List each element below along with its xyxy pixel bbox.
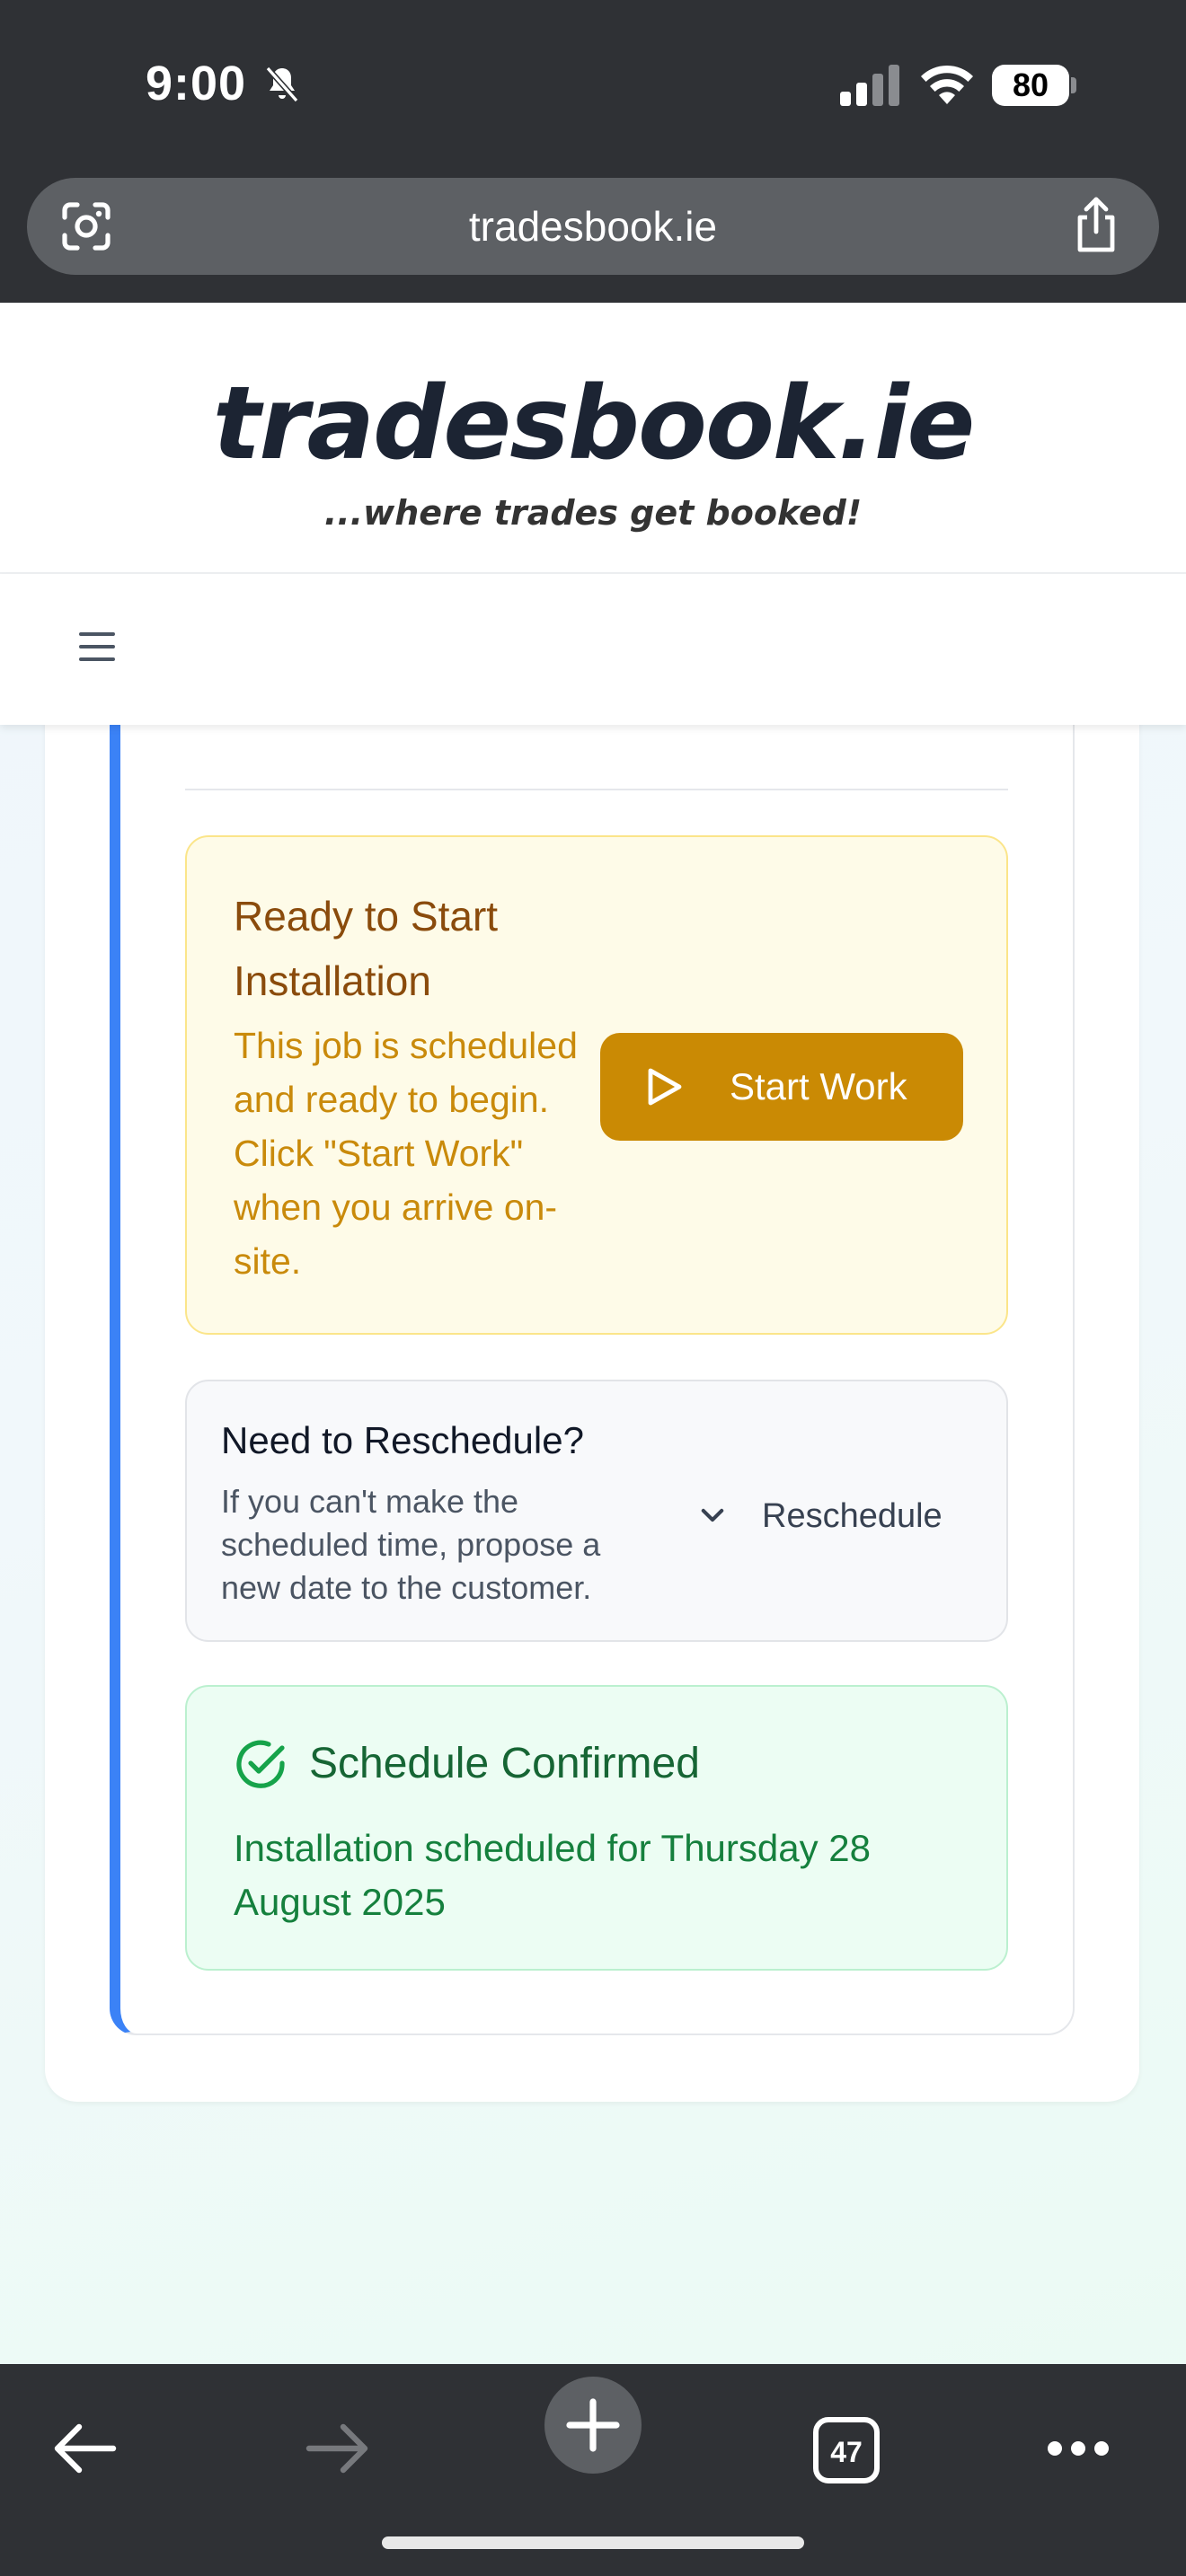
more-options-icon[interactable]	[1046, 2438, 1111, 2459]
forward-arrow-icon[interactable]	[305, 2422, 370, 2475]
reschedule-panel: Need to Reschedule? If you can't make th…	[185, 1380, 1008, 1642]
site-navbar	[0, 574, 1186, 725]
section-divider	[185, 789, 1008, 790]
ready-description: This job is scheduled and ready to begin…	[234, 1025, 578, 1282]
site-header: tradesbook.ie ...where trades get booked…	[0, 303, 1186, 574]
new-tab-plus-icon[interactable]	[544, 2377, 642, 2474]
reschedule-description: If you can't make the scheduled time, pr…	[221, 1483, 601, 1606]
ready-to-start-panel: Ready to Start Installation This job is …	[185, 835, 1008, 1335]
reschedule-toggle-button[interactable]: Reschedule	[679, 1480, 985, 1552]
play-icon	[648, 1068, 682, 1106]
status-time: 9:00	[146, 57, 247, 110]
cell-signal-icon	[840, 65, 899, 106]
tab-switcher-icon[interactable]: 47	[812, 2416, 881, 2484]
address-bar[interactable]: tradesbook.ie	[27, 178, 1159, 275]
share-icon[interactable]	[1069, 196, 1123, 255]
check-circle-icon	[236, 1740, 285, 1788]
home-indicator	[382, 2536, 804, 2549]
back-arrow-icon[interactable]	[52, 2422, 117, 2475]
start-work-label: Start Work	[730, 1065, 907, 1107]
site-logo[interactable]: tradesbook.ie	[0, 366, 1186, 482]
confirmed-description: Installation scheduled for Thursday 28 A…	[234, 1827, 871, 1923]
confirmed-title: Schedule Confirmed	[309, 1740, 700, 1787]
silent-bell-icon	[265, 66, 299, 103]
chevron-down-icon	[701, 1508, 724, 1522]
wifi-icon	[921, 65, 973, 104]
ready-title: Ready to Start Installation	[234, 893, 499, 1004]
schedule-confirmed-panel: Schedule Confirmed Installation schedule…	[185, 1685, 1008, 1971]
url-text[interactable]: tradesbook.ie	[27, 178, 1159, 275]
tab-count: 47	[830, 2436, 863, 2468]
battery-indicator: 80	[992, 65, 1078, 108]
reschedule-title: Need to Reschedule?	[221, 1419, 584, 1461]
start-work-button[interactable]: Start Work	[600, 1033, 963, 1141]
battery-level: 80	[1012, 66, 1049, 103]
reschedule-label: Reschedule	[762, 1497, 943, 1535]
site-tagline: ...where trades get booked!	[323, 493, 863, 533]
hamburger-menu-icon[interactable]	[79, 632, 115, 665]
browser-top-chrome: 9:00 80 tradesbook.ie	[0, 0, 1186, 303]
